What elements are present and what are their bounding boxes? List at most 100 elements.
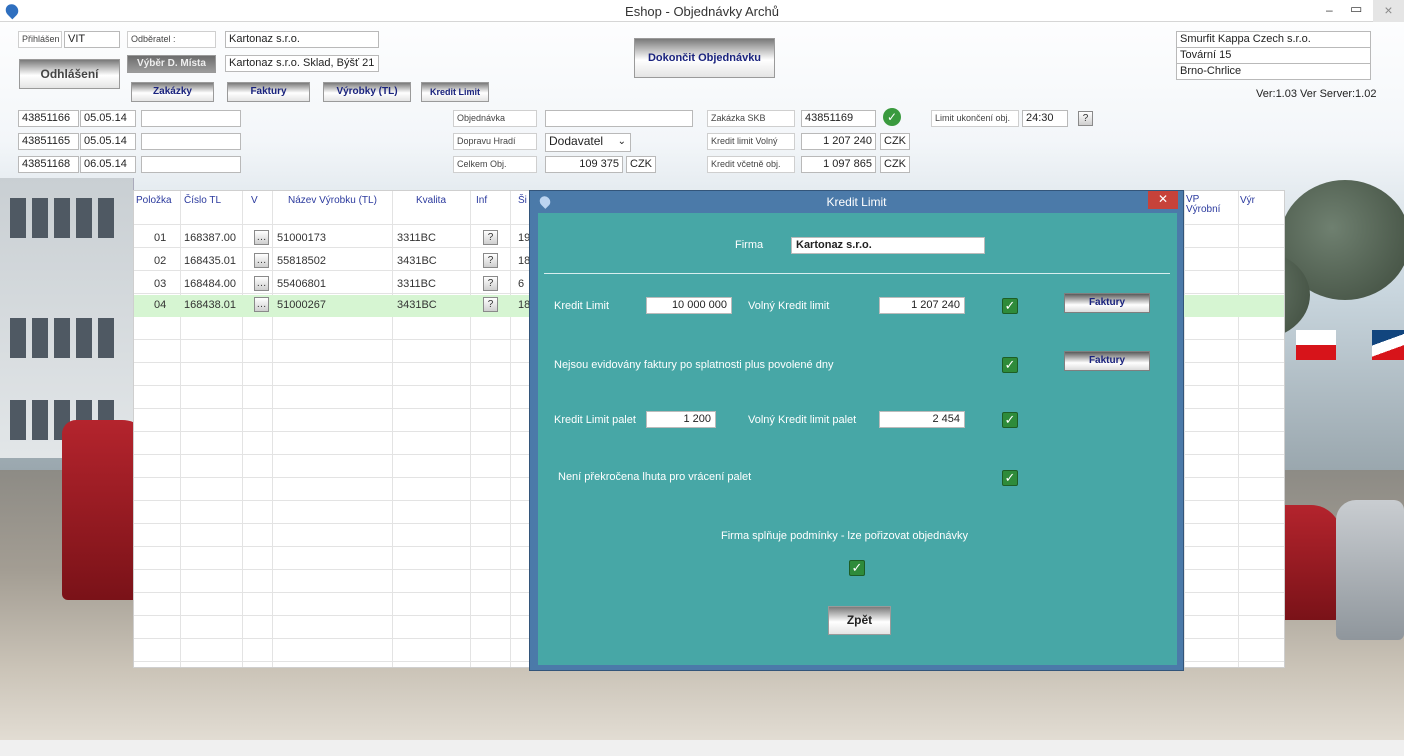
variant-button[interactable]: … — [254, 230, 269, 245]
credit-limit-field: 10 000 000 — [646, 297, 732, 314]
login-user-field[interactable]: VIT — [64, 31, 120, 48]
customer-field[interactable]: Kartonaz s.r.o. — [225, 31, 379, 48]
free-pallet-limit-label: Volný Kredit limit palet — [748, 414, 857, 426]
total-currency: CZK — [626, 156, 656, 173]
incl-credit-field: 1 097 865 — [801, 156, 876, 173]
col-header-name[interactable]: Název Výrobku (TL) — [288, 195, 377, 206]
cell-tl: 168484.00 — [184, 278, 236, 290]
recent-order-date[interactable]: 06.05.14 — [80, 156, 136, 173]
transport-select[interactable]: Dodavatel ⌄ — [545, 133, 631, 152]
cell-tl: 168387.00 — [184, 232, 236, 244]
company-city: Brno-Chrlice — [1176, 63, 1371, 80]
dialog-body: Firma Kartonaz s.r.o. Kredit Limit 10 00… — [538, 213, 1177, 665]
customer-label: Odběratel : — [127, 31, 216, 48]
check-ok-icon: ✓ — [883, 108, 901, 126]
firm-label: Firma — [735, 239, 764, 251]
recent-order-note[interactable] — [141, 133, 241, 150]
order-label: Objednávka — [453, 110, 537, 127]
deadline-field[interactable]: 24:30 — [1022, 110, 1068, 127]
variant-button[interactable]: … — [254, 297, 269, 312]
incl-credit-label: Kredit včetně obj. — [707, 156, 795, 173]
recent-order-note[interactable] — [141, 110, 241, 127]
credit-ok-checkbox: ✓ — [1002, 298, 1018, 314]
cell-item: 04 — [154, 299, 167, 311]
minimize-icon[interactable]: – — [1326, 3, 1333, 17]
col-header-info[interactable]: Inf — [476, 195, 487, 206]
nav-orders-button[interactable]: Zakázky — [131, 82, 214, 102]
cell-quality: 3311BC — [397, 232, 436, 244]
logout-button[interactable]: Odhlášení — [19, 59, 120, 89]
col-header-item[interactable]: Položka — [136, 195, 172, 206]
cell-item: 03 — [154, 278, 167, 290]
invoices-button[interactable]: Faktury — [1064, 293, 1150, 313]
nav-products-button[interactable]: Výrobky (TL) — [323, 82, 411, 102]
delivery-place-field[interactable]: Kartonaz s.r.o. Sklad, Býšť 21 — [225, 55, 379, 72]
col-header-vyr[interactable]: Výr — [1240, 195, 1255, 206]
recent-order-number[interactable]: 43851165 — [18, 133, 79, 150]
company-street: Tovární 15 — [1176, 47, 1371, 64]
window-title: Eshop - Objednávky Archů — [625, 4, 779, 19]
cell-quality: 3431BC — [397, 299, 437, 311]
variant-button[interactable]: … — [254, 276, 269, 291]
order-field[interactable] — [545, 110, 693, 127]
transport-label: Dopravu Hradí — [453, 133, 537, 150]
credit-limit-label: Kredit Limit — [554, 300, 610, 312]
col-header-vp[interactable]: VP Výrobní — [1186, 195, 1232, 215]
finish-order-button[interactable]: Dokončit Objednávku — [634, 38, 775, 78]
back-button[interactable]: Zpět — [828, 606, 891, 635]
info-button[interactable]: ? — [483, 253, 498, 268]
recent-order-number[interactable]: 43851166 — [18, 110, 79, 127]
select-place-button[interactable]: Výběr D. Místa — [127, 55, 216, 73]
pallet-limit-field: 1 200 — [646, 411, 716, 428]
firm-field: Kartonaz s.r.o. — [791, 237, 985, 254]
recent-order-date[interactable]: 05.05.14 — [80, 133, 136, 150]
cell-width: 6 — [518, 278, 525, 290]
pallet-limit-label: Kredit Limit palet — [554, 414, 636, 426]
close-icon[interactable]: × — [1373, 0, 1404, 22]
pallet-ok-checkbox: ✓ — [1002, 412, 1018, 428]
deadline-label: Limit ukončení obj. — [931, 110, 1019, 127]
overdue-invoices-text: Nejsou evidovány faktury po splatnosti p… — [554, 359, 834, 371]
cell-name: 51000173 — [277, 232, 326, 244]
cell-tl: 168435.01 — [184, 255, 236, 267]
chevron-down-icon: ⌄ — [617, 136, 626, 147]
col-header-v[interactable]: V — [251, 195, 258, 206]
info-button[interactable]: ? — [483, 230, 498, 245]
info-button[interactable]: ? — [483, 276, 498, 291]
company-name: Smurfit Kappa Czech s.r.o. — [1176, 31, 1371, 48]
conditions-ok-checkbox: ✓ — [849, 560, 865, 576]
col-header-width[interactable]: Ši — [518, 195, 527, 206]
restore-icon[interactable]: ▭ — [1350, 1, 1362, 17]
col-header-quality[interactable]: Kvalita — [416, 195, 446, 206]
pallet-return-ok-checkbox: ✓ — [1002, 470, 1018, 486]
cell-tl: 168438.01 — [184, 299, 236, 311]
pallet-return-text: Není překročena lhuta pro vrácení palet — [558, 471, 752, 483]
skb-field[interactable]: 43851169 — [801, 110, 876, 127]
window-titlebar: Eshop - Objednávky Archů – ▭ × — [0, 0, 1404, 22]
dialog-divider — [544, 273, 1170, 274]
recent-order-note[interactable] — [141, 156, 241, 173]
incl-credit-currency: CZK — [880, 156, 910, 173]
credit-limit-dialog: Kredit Limit ✕ Firma Kartonaz s.r.o. Kre… — [529, 190, 1184, 671]
cell-name: 55818502 — [277, 255, 326, 267]
nav-invoices-button[interactable]: Faktury — [227, 82, 310, 102]
cell-name: 51000267 — [277, 299, 326, 311]
variant-button[interactable]: … — [254, 253, 269, 268]
cell-quality: 3311BC — [397, 278, 436, 290]
invoices-button[interactable]: Faktury — [1064, 351, 1150, 371]
total-label: Celkem Obj. — [453, 156, 537, 173]
info-button[interactable]: ? — [483, 297, 498, 312]
cell-name: 55406801 — [277, 278, 326, 290]
nav-credit-limit-button[interactable]: Kredit Limit — [421, 82, 489, 102]
free-credit-limit-field: 1 207 240 — [879, 297, 965, 314]
col-header-tl[interactable]: Číslo TL — [184, 195, 221, 206]
login-label: Přihlášen — [18, 31, 62, 48]
dialog-close-icon[interactable]: ✕ — [1148, 191, 1178, 209]
help-button[interactable]: ? — [1078, 111, 1093, 126]
recent-order-date[interactable]: 05.05.14 — [80, 110, 136, 127]
dialog-title: Kredit Limit — [826, 195, 887, 209]
free-credit-limit-label: Volný Kredit limit — [748, 300, 830, 312]
cell-quality: 3431BC — [397, 255, 437, 267]
recent-order-number[interactable]: 43851168 — [18, 156, 79, 173]
free-pallet-limit-field: 2 454 — [879, 411, 965, 428]
